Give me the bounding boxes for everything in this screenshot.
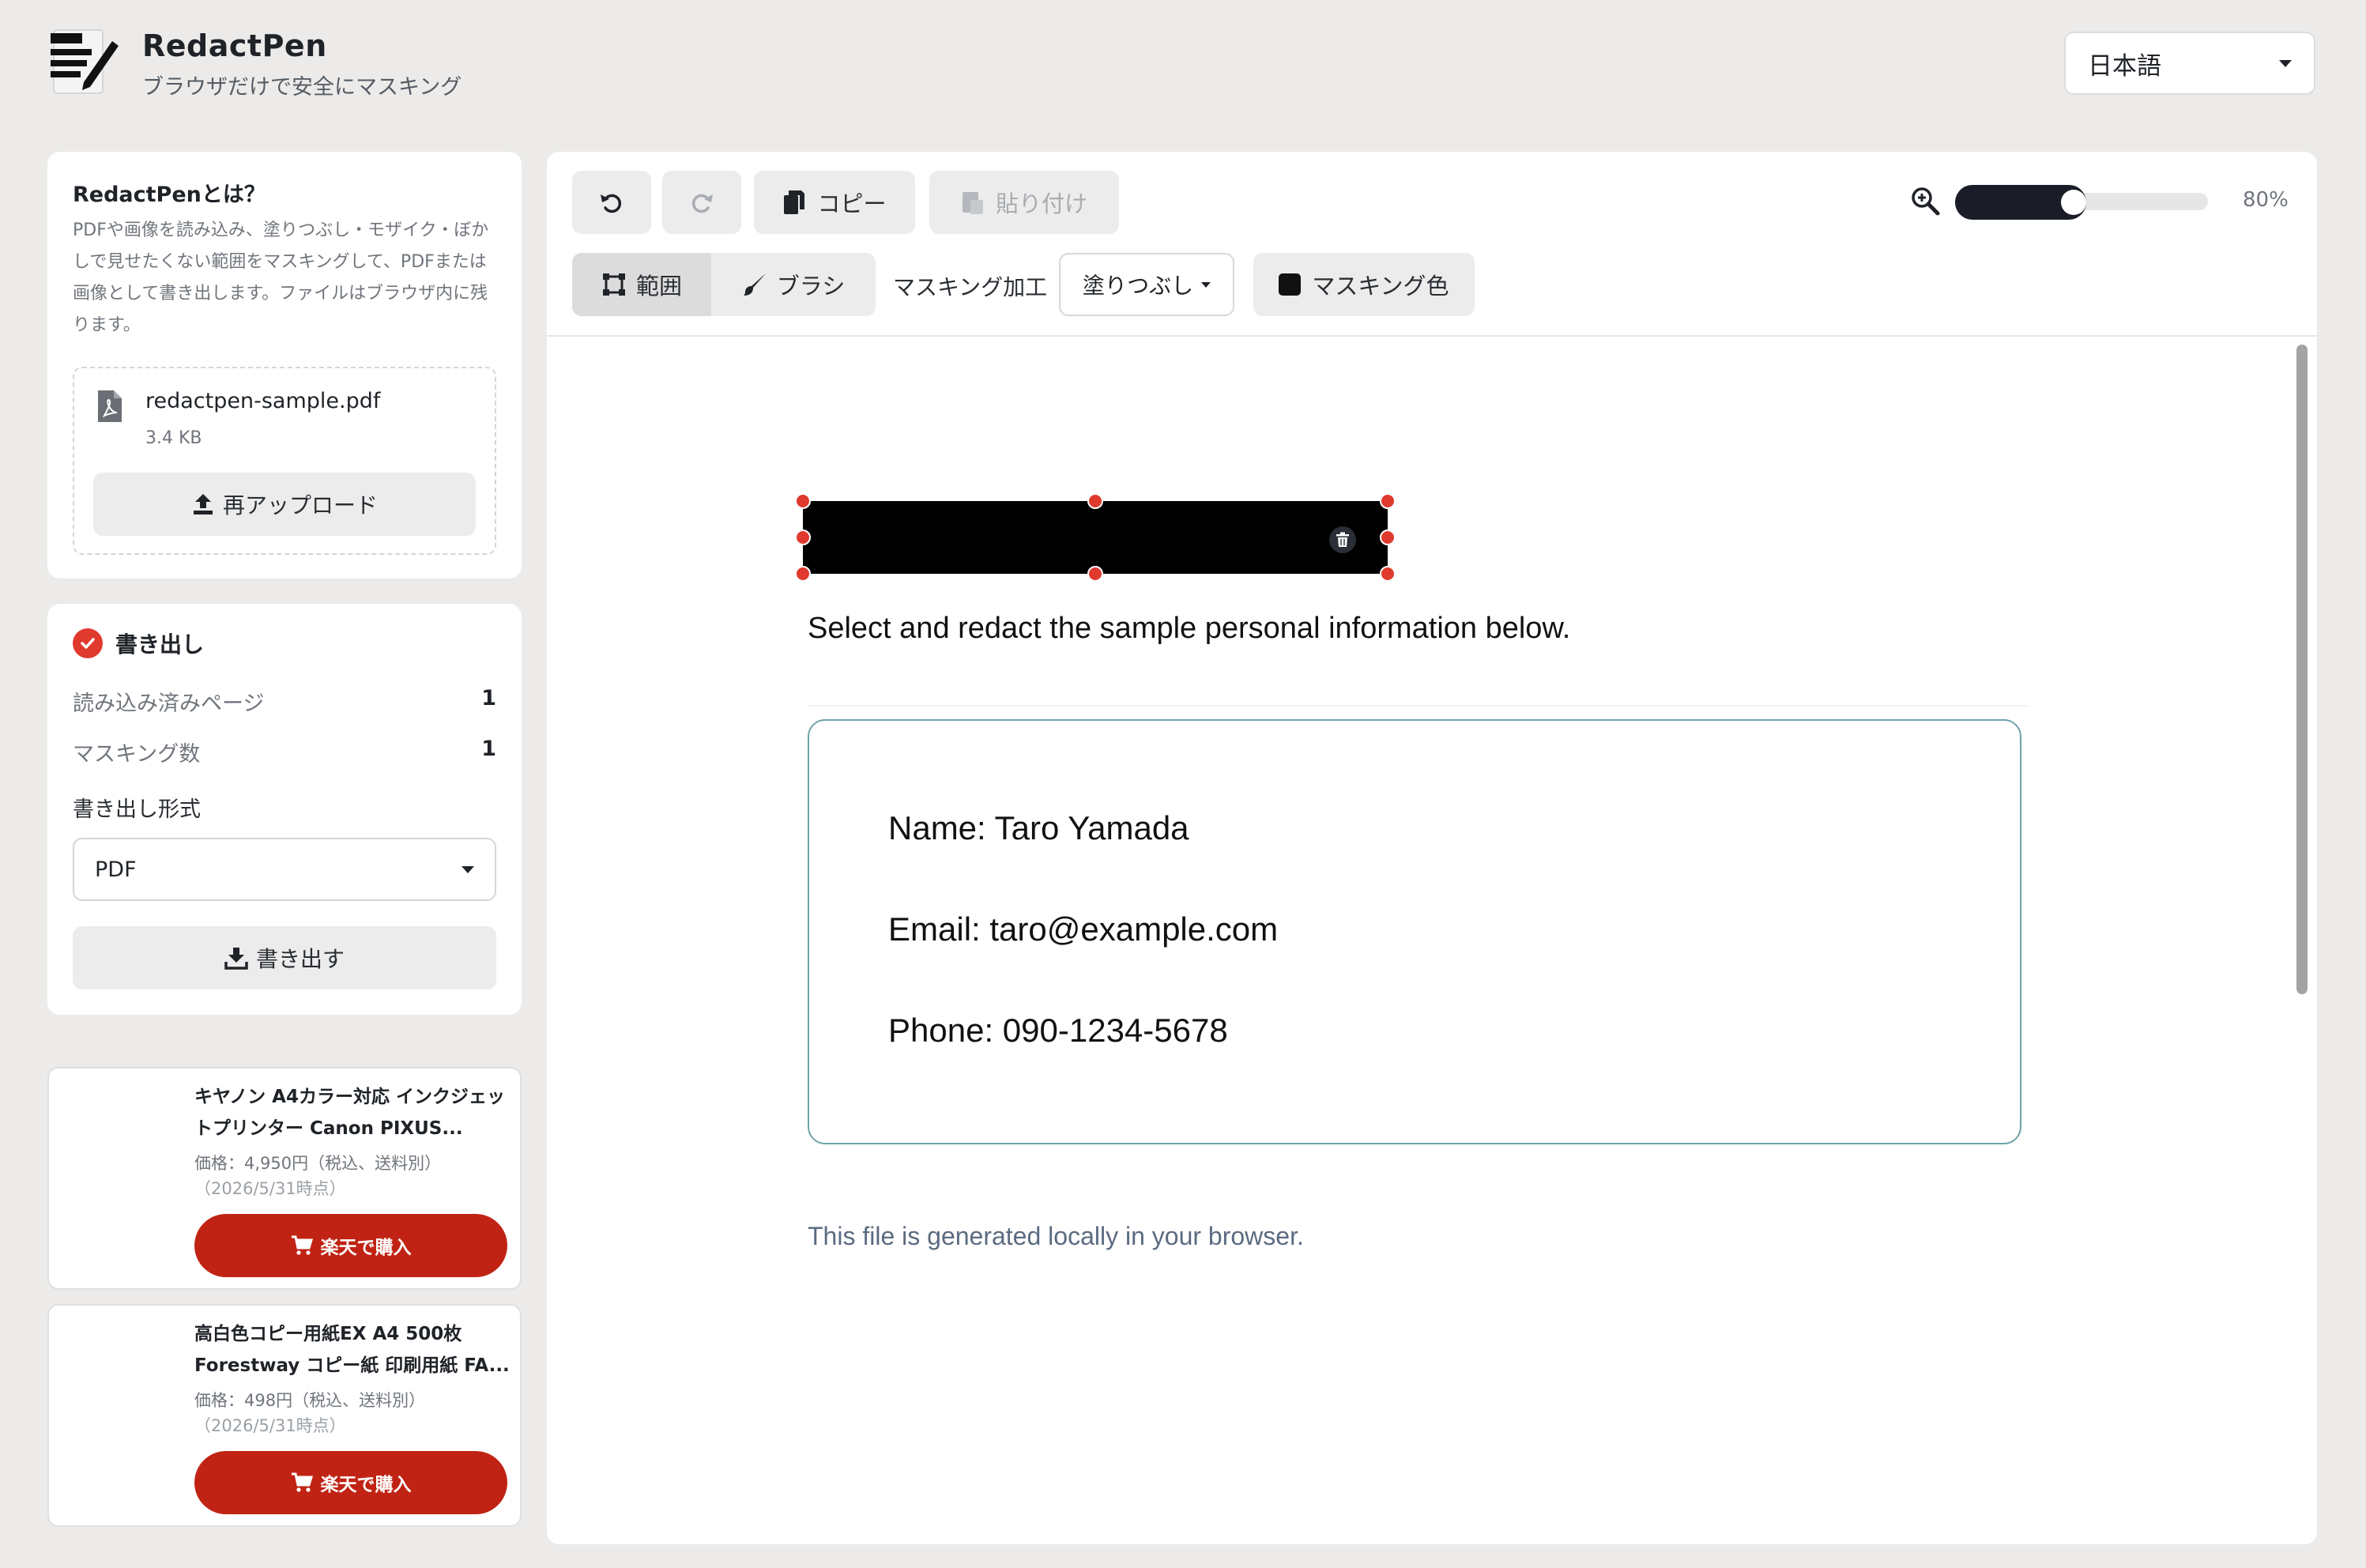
mask-color-label: マスキング色 xyxy=(1312,273,1449,300)
delete-mask-button[interactable] xyxy=(1329,526,1356,553)
mask-type-value: 塗りつぶし xyxy=(1082,273,1194,299)
redo-button[interactable] xyxy=(662,171,741,234)
document-intro-text: Select and redact the sample personal in… xyxy=(808,612,1571,645)
buy-button-label: 楽天で購入 xyxy=(320,1238,412,1258)
email-line: Email: taro@example.com xyxy=(888,910,1279,948)
app-name: RedactPen xyxy=(142,28,327,63)
tool-range-button[interactable]: 範囲 xyxy=(572,253,711,316)
mask-process-label: マスキング加工 xyxy=(893,274,1048,300)
app-tagline: ブラウザだけで安全にマスキング xyxy=(142,75,462,100)
undo-button[interactable] xyxy=(572,171,651,234)
zoom-level-label: 80% xyxy=(2243,188,2289,212)
reupload-button[interactable]: 再アップロード xyxy=(93,473,476,536)
download-icon xyxy=(224,948,248,970)
product-price: 価格：498円（税込、送料別） xyxy=(194,1391,426,1410)
format-label: 書き出し形式 xyxy=(73,797,201,822)
resize-handle-right[interactable] xyxy=(1380,530,1396,545)
product-price: 価格：4,950円（税込、送料別） xyxy=(194,1154,442,1173)
about-description: PDFや画像を読み込み、塗りつぶし・モザイク・ぼかしで見せたくない範囲をマスキン… xyxy=(73,220,489,335)
redo-icon xyxy=(691,194,713,213)
personal-info-box: Name: Taro Yamada Email: taro@example.co… xyxy=(808,719,2021,1144)
export-button-label: 書き出す xyxy=(255,946,345,972)
product-price-date: （2026/5/31時点） xyxy=(194,1179,346,1198)
export-card: 書き出し 読み込み済みページ 1 マスキング数 1 書き出し形式 PDF 書き出… xyxy=(47,604,522,1015)
mask-type-dropdown[interactable]: 塗りつぶし xyxy=(1059,253,1234,316)
mask-color-button[interactable]: マスキング色 xyxy=(1253,253,1475,316)
file-name: redactpen-sample.pdf xyxy=(145,389,381,413)
chevron-down-icon xyxy=(2279,59,2292,67)
zoom-slider-handle[interactable] xyxy=(2061,190,2086,215)
paste-button[interactable]: 貼り付け xyxy=(929,171,1119,234)
product-price-date: （2026/5/31時点） xyxy=(194,1416,346,1435)
paste-icon xyxy=(962,192,983,214)
file-size: 3.4 KB xyxy=(145,428,202,448)
product-ad[interactable]: 高白色コピー用紙EX A4 500枚 Forestway コピー紙 印刷用紙 F… xyxy=(47,1304,522,1527)
about-card: RedactPenとは？ PDFや画像を読み込み、塗りつぶし・モザイク・ぼかしで… xyxy=(47,152,522,579)
pdf-file-icon xyxy=(96,389,123,424)
resize-handle-left[interactable] xyxy=(795,530,811,545)
tool-selector: 範囲 ブラシ xyxy=(572,253,876,316)
mask-count-label: マスキング数 xyxy=(73,742,201,767)
about-title: RedactPenとは？ xyxy=(73,183,266,207)
product-ad[interactable]: キヤノン A4カラー対応 インクジェットプリンター Canon PIXUS...… xyxy=(47,1067,522,1290)
document-footer-text: This file is generated locally in your b… xyxy=(808,1222,1304,1250)
upload-icon xyxy=(193,494,213,514)
file-dropzone[interactable]: redactpen-sample.pdf 3.4 KB 再アップロード xyxy=(73,367,496,555)
pages-stat-row: 読み込み済みページ 1 xyxy=(73,686,496,717)
resize-handle-bottom-left[interactable] xyxy=(795,566,811,582)
cart-icon xyxy=(291,1235,313,1255)
resize-handle-top[interactable] xyxy=(1087,493,1103,509)
resize-handle-bottom-right[interactable] xyxy=(1380,566,1396,582)
app-logo xyxy=(49,27,122,100)
tool-brush-button[interactable]: ブラシ xyxy=(711,253,876,316)
copy-icon xyxy=(784,190,805,214)
pages-value: 1 xyxy=(481,686,496,710)
pages-label: 読み込み済みページ xyxy=(73,692,265,716)
buy-button-label: 楽天で購入 xyxy=(320,1475,412,1495)
brush-icon xyxy=(743,273,766,296)
copy-label: コピー xyxy=(817,190,887,217)
paste-label: 貼り付け xyxy=(995,190,1087,217)
editor-panel: コピー 貼り付け 80% 範囲 ブラシ マスキング加工 塗りつぶし マスキング色… xyxy=(547,152,2317,1544)
undo-icon xyxy=(601,194,622,213)
mask-region[interactable] xyxy=(803,501,1388,574)
format-value: PDF xyxy=(95,857,137,882)
language-value: 日本語 xyxy=(2088,51,2161,81)
tool-brush-label: ブラシ xyxy=(776,273,846,300)
resize-handle-bottom[interactable] xyxy=(1087,566,1103,582)
format-select[interactable]: PDF xyxy=(73,838,496,901)
vertical-scrollbar[interactable] xyxy=(2296,345,2308,994)
chevron-down-icon xyxy=(462,865,474,873)
zoom-in-icon xyxy=(1909,185,1941,217)
mask-count-value: 1 xyxy=(481,737,496,761)
select-range-icon xyxy=(602,273,625,296)
export-header: 書き出し xyxy=(73,628,204,659)
buy-button[interactable]: 楽天で購入 xyxy=(194,1451,507,1514)
resize-handle-top-left[interactable] xyxy=(795,493,811,509)
mask-count-stat-row: マスキング数 1 xyxy=(73,737,496,767)
reupload-label: 再アップロード xyxy=(222,492,378,518)
name-line: Name: Taro Yamada xyxy=(888,809,1189,846)
color-swatch xyxy=(1279,273,1302,296)
language-select[interactable]: 日本語 xyxy=(2064,32,2315,95)
export-button[interactable]: 書き出す xyxy=(73,926,496,989)
chevron-down-icon xyxy=(1201,281,1211,288)
phone-line: Phone: 090-1234-5678 xyxy=(888,1012,1228,1049)
buy-button[interactable]: 楽天で購入 xyxy=(194,1214,507,1277)
resize-handle-top-right[interactable] xyxy=(1380,493,1396,509)
trash-icon xyxy=(1336,532,1349,547)
product-title[interactable]: 高白色コピー用紙EX A4 500枚 Forestway コピー紙 印刷用紙 F… xyxy=(194,1318,510,1381)
tool-range-label: 範囲 xyxy=(635,273,682,300)
export-title: 書き出し xyxy=(115,631,205,658)
product-title[interactable]: キヤノン A4カラー対応 インクジェットプリンター Canon PIXUS... xyxy=(194,1081,510,1144)
check-circle-icon xyxy=(73,628,103,658)
document-separator xyxy=(808,705,2028,707)
cart-icon xyxy=(291,1472,313,1492)
copy-button[interactable]: コピー xyxy=(754,171,915,234)
